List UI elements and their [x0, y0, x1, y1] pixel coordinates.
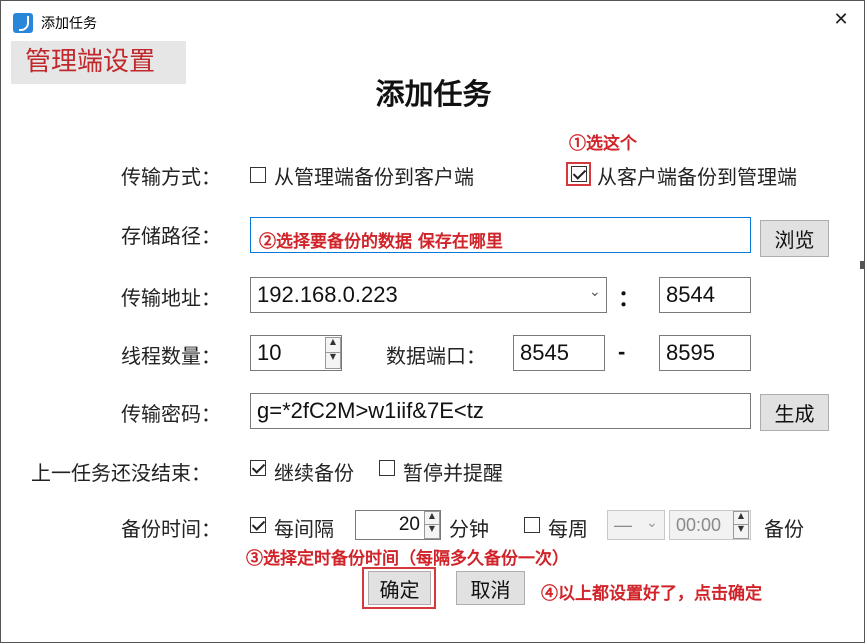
port-input[interactable]: 8544	[659, 277, 751, 313]
weekly-suffix-label: 备份	[764, 517, 804, 541]
spin-down-icon[interactable]: ▼	[326, 353, 340, 368]
option-manager-to-client-label: 从管理端备份到客户端	[274, 165, 474, 189]
data-port-start-value: 8545	[520, 340, 569, 365]
data-port-end-value: 8595	[666, 340, 715, 365]
checkbox-continue-backup[interactable]	[250, 460, 266, 476]
password-label: 传输密码：	[121, 402, 221, 426]
pause-notify-label: 暂停并提醒	[403, 461, 503, 485]
interval-minutes-value: 20	[398, 514, 420, 535]
ip-address-combobox[interactable]: 192.168.0.223	[250, 277, 607, 313]
interval-unit-label: 分钟	[449, 517, 489, 541]
page-heading: 添加任务	[375, 77, 492, 111]
spin-down-icon[interactable]: ▼	[734, 525, 748, 538]
port-value: 8544	[666, 282, 715, 307]
thread-count-label: 线程数量：	[121, 344, 221, 368]
title-bar: 添加任务 ✕	[1, 1, 864, 45]
checkbox-pause-notify[interactable]	[379, 460, 395, 476]
annotation-step3: ③选择定时备份时间（每隔多久备份一次）	[246, 549, 569, 569]
storage-path-label: 存储路径：	[121, 224, 221, 248]
data-port-end-input[interactable]: 8595	[659, 335, 751, 371]
annotation-step1: ①选这个	[569, 134, 637, 154]
annotation-step4: ④以上都设置好了，点击确定	[541, 584, 762, 604]
weekly-label: 每周	[548, 517, 588, 541]
spin-down-icon[interactable]: ▼	[425, 525, 439, 538]
interval-label: 每间隔	[274, 517, 334, 541]
ip-address-value: 192.168.0.223	[257, 282, 398, 307]
unfinished-task-label: 上一任务还没结束：	[31, 461, 211, 485]
interval-spinner[interactable]: ▲ ▼	[424, 511, 440, 539]
thread-count-value: 10	[257, 340, 282, 365]
data-port-label: 数据端口：	[386, 344, 486, 368]
add-task-dialog: 添加任务 ✕ 管理端设置 添加任务 ①选这个 传输方式： 从管理端备份到客户端 …	[0, 0, 865, 643]
window-edge-mark	[860, 261, 864, 269]
annotation-step2: ②选择要备份的数据 保存在哪里	[259, 232, 503, 252]
transfer-mode-label: 传输方式：	[121, 165, 221, 189]
password-value: g=*2fC2M>w1iif&7E<tz	[257, 398, 484, 423]
checkbox-weekly[interactable]	[524, 517, 540, 533]
weekly-time-spinner[interactable]: ▲ ▼	[733, 511, 749, 539]
option-client-to-manager-label: 从客户端备份到管理端	[597, 165, 797, 189]
close-button[interactable]: ✕	[828, 7, 854, 33]
checkbox-client-to-manager[interactable]	[571, 166, 587, 182]
chevron-down-icon[interactable]: ⌄	[589, 284, 601, 300]
app-logo-icon	[13, 13, 33, 33]
chevron-down-icon[interactable]: ⌄	[646, 515, 658, 531]
checkbox-interval[interactable]	[250, 517, 266, 533]
ok-button[interactable]: 确定	[368, 571, 431, 605]
password-input[interactable]: g=*2fC2M>w1iif&7E<tz	[250, 393, 751, 429]
weekday-value: —	[614, 515, 632, 535]
continue-backup-label: 继续备份	[274, 461, 354, 485]
address-port-separator: ：	[618, 286, 641, 311]
weekly-time-value: 00:00	[676, 515, 722, 535]
data-port-start-input[interactable]: 8545	[513, 335, 605, 371]
data-port-dash: -	[618, 339, 626, 364]
spin-up-icon[interactable]: ▲	[326, 338, 340, 353]
backup-time-label: 备份时间：	[121, 517, 221, 541]
browse-button[interactable]: 浏览	[760, 220, 829, 257]
thread-count-spinner[interactable]: ▲ ▼	[325, 337, 341, 369]
generate-button[interactable]: 生成	[760, 394, 829, 431]
window-title: 添加任务	[41, 16, 97, 32]
address-label: 传输地址：	[121, 286, 221, 310]
cancel-button[interactable]: 取消	[456, 571, 525, 605]
checkbox-manager-to-client[interactable]	[250, 167, 266, 183]
